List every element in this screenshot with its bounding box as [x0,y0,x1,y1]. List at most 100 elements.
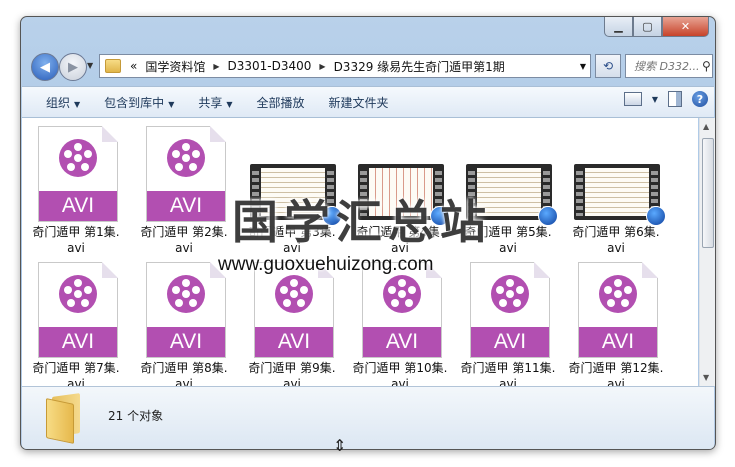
scrollbar-thumb[interactable] [702,138,714,248]
avi-label: AVI [255,327,333,357]
include-in-library-label: 包含到库中 [104,95,165,110]
breadcrumb-separator-icon[interactable]: ▶ [213,62,219,71]
search-input[interactable] [626,58,702,74]
file-item[interactable]: 奇门遁甲 第6集. avi [566,124,666,258]
file-item[interactable]: 奇门遁甲 第4集. avi [350,124,450,258]
page-fold [102,126,118,142]
video-thumbnail [250,164,342,226]
organize-button[interactable]: 组织 ▼ [46,94,80,111]
avi-file-icon: AVI [38,126,118,222]
play-all-button[interactable]: 全部播放 [257,94,305,111]
search-box[interactable]: ⚲ [625,54,713,78]
film-reel-icon [59,139,97,177]
film-reel-icon [599,275,637,313]
file-item[interactable]: AVI 奇门遁甲 第1集. avi [26,124,126,258]
share-button[interactable]: 共享 ▼ [198,94,232,111]
avi-label: AVI [39,191,117,221]
film-reel-icon [167,139,205,177]
breadcrumb-item[interactable]: D3301-D3400 [228,59,312,73]
back-arrow-icon[interactable]: ◀ [31,53,59,81]
help-icon[interactable]: ? [692,91,708,107]
view-controls: ▼ ? [623,91,708,107]
file-item[interactable]: AVI 奇门遁甲 第8集. avi [134,260,234,386]
film-reel-icon [383,275,421,313]
forward-arrow-icon[interactable]: ▶ [59,53,87,81]
file-name: 奇门遁甲 第2集. avi [140,225,228,255]
window-controls: ▁ ▢ ✕ [604,17,709,37]
chevron-down-icon: ▼ [226,99,233,109]
file-name: 奇门遁甲 第7集. avi [32,361,120,386]
avi-label: AVI [471,327,549,357]
file-name: 奇门遁甲 第12集. avi [568,361,664,386]
folder-icon [105,59,121,73]
resize-handle-icon[interactable]: ⇕ [333,436,346,455]
page-fold [102,262,118,278]
share-label: 共享 [198,95,223,110]
avi-label: AVI [579,327,657,357]
change-view-icon[interactable] [623,92,642,106]
refresh-button[interactable]: ⟲ [595,54,621,78]
video-frame [585,168,649,216]
address-bar[interactable]: « 国学资料馆 ▶ D3301-D3400 ▶ D3329 缘易先生奇门遁甲第1… [99,54,591,78]
include-in-library-button[interactable]: 包含到库中 ▼ [104,94,174,111]
file-name: 奇门遁甲 第6集. avi [572,225,660,255]
breadcrumb-overflow[interactable]: « [130,59,137,73]
item-count: 21 个对象 [108,409,164,423]
breadcrumb-item[interactable]: D3329 缘易先生奇门遁甲第1期 [334,58,505,75]
file-name: 奇门遁甲 第11集. avi [460,361,556,386]
avi-label: AVI [147,327,225,357]
avi-label: AVI [39,327,117,357]
avi-file-icon: AVI [470,262,550,358]
file-list: AVI 奇门遁甲 第1集. avi AVI 奇门遁甲 第2集. avi 奇门遁甲 第3集… [22,118,698,386]
scroll-down-icon[interactable]: ▼ [703,373,709,382]
file-item[interactable]: AVI 奇门遁甲 第7集. avi [26,260,126,386]
file-name: 奇门遁甲 第1集. avi [32,225,120,255]
search-icon[interactable]: ⚲ [702,59,711,73]
file-item[interactable]: AVI 奇门遁甲 第12集. avi [566,260,666,386]
film-strip-edge [360,168,367,216]
organize-label: 组织 [46,95,71,110]
avi-file-icon: AVI [362,262,442,358]
command-toolbar: 组织 ▼ 包含到库中 ▼ 共享 ▼ 全部播放 新建文件夹 ▼ ? [22,86,714,118]
file-name: 奇门遁甲 第10集. avi [352,361,448,386]
page-fold [318,262,334,278]
video-thumbnail [466,164,558,226]
avi-file-icon: AVI [578,262,658,358]
file-item[interactable]: AVI 奇门遁甲 第11集. avi [458,260,558,386]
page-fold [210,262,226,278]
breadcrumb-separator-icon[interactable]: ▶ [319,62,325,71]
page-fold [426,262,442,278]
recent-pages-dropdown-icon[interactable]: ▼ [87,61,93,70]
breadcrumb-item[interactable]: 国学资料馆 [145,58,205,75]
maximize-button[interactable]: ▢ [633,17,662,37]
video-thumbnail [574,164,666,226]
file-name: 奇门遁甲 第5集. avi [464,225,552,255]
media-player-badge-icon [538,206,558,226]
chevron-down-icon: ▼ [168,99,175,109]
file-item[interactable]: 奇门遁甲 第5集. avi [458,124,558,258]
navigation-bar: ◀ ▶ ▼ « 国学资料馆 ▶ D3301-D3400 ▶ D3329 缘易先生… [29,53,713,81]
avi-file-icon: AVI [146,262,226,358]
file-name: 奇门遁甲 第3集. avi [248,225,336,255]
details-pane: 21 个对象 [22,386,714,449]
file-item[interactable]: AVI 奇门遁甲 第9集. avi [242,260,342,386]
view-dropdown-icon[interactable]: ▼ [652,95,658,104]
vertical-scrollbar[interactable]: ▲ ▼ [699,118,715,386]
chevron-down-icon: ▼ [74,99,81,109]
minimize-button[interactable]: ▁ [604,17,633,37]
page-fold [534,262,550,278]
file-item[interactable]: AVI 奇门遁甲 第10集. avi [350,260,450,386]
film-reel-icon [491,275,529,313]
file-item[interactable]: AVI 奇门遁甲 第2集. avi [134,124,234,258]
file-item[interactable]: 奇门遁甲 第3集. avi [242,124,342,258]
page-fold [210,126,226,142]
film-strip-edge [468,168,475,216]
close-button[interactable]: ✕ [662,17,709,37]
avi-file-icon: AVI [254,262,334,358]
address-dropdown-icon[interactable]: ▼ [580,62,586,71]
new-folder-button[interactable]: 新建文件夹 [329,94,389,111]
preview-pane-icon[interactable] [668,91,682,107]
media-player-badge-icon [322,206,342,226]
film-reel-icon [59,275,97,313]
scroll-up-icon[interactable]: ▲ [703,122,709,131]
